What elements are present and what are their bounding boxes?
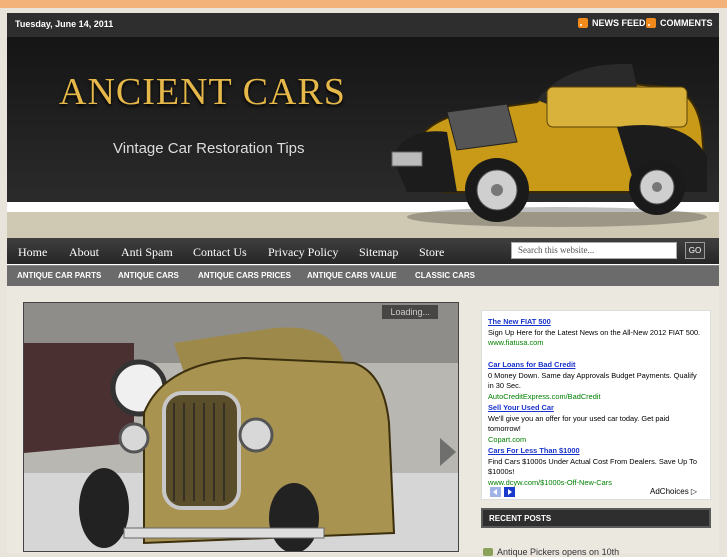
adchoices-label: AdChoices	[650, 487, 689, 496]
ad-item[interactable]: Car Loans for Bad Credit 0 Money Down. S…	[488, 360, 703, 402]
rss-icon	[646, 18, 656, 28]
slider-next-arrow-icon[interactable]	[440, 438, 456, 466]
ad-item[interactable]: Sell Your Used Car We'll give you an off…	[488, 403, 703, 445]
nav-store[interactable]: Store	[419, 245, 444, 260]
ad-text: Find Cars $1000s Under Actual Cost From …	[488, 456, 697, 477]
comments-label: COMMENTS	[660, 18, 713, 28]
ad-url[interactable]: AutoCreditExpress.com/BadCredit	[488, 392, 703, 403]
nav-home[interactable]: Home	[18, 245, 47, 260]
category-antique-cars-value[interactable]: ANTIQUE CARS VALUE	[307, 271, 397, 280]
recent-post-link[interactable]: Antique Pickers opens on 10th	[497, 547, 619, 557]
slider-loading-indicator: Loading...	[382, 305, 438, 319]
ad-url[interactable]: www.fiatusa.com	[488, 338, 703, 349]
site-header[interactable]: ANCIENT CARS Vintage Car Restoration Tip…	[7, 37, 719, 260]
vintage-car-illustration	[391, 63, 707, 227]
category-antique-car-parts[interactable]: ANTIQUE CAR PARTS	[17, 271, 101, 280]
main-navigation: Home About Anti Spam Contact Us Privacy …	[7, 238, 719, 264]
current-date: Tuesday, June 14, 2011	[15, 19, 114, 29]
category-classic-cars[interactable]: CLASSIC CARS	[415, 271, 475, 280]
nav-privacy-policy[interactable]: Privacy Policy	[268, 245, 338, 260]
nav-contact-us[interactable]: Contact Us	[193, 245, 247, 260]
top-bar: Tuesday, June 14, 2011 NEWS FEED COMMENT…	[7, 13, 719, 37]
ad-prev-icon[interactable]	[490, 487, 501, 497]
ad-box: The New FIAT 500 Sign Up Here for the La…	[481, 310, 711, 500]
ad-title[interactable]: The New FIAT 500	[488, 317, 703, 328]
nav-anti-spam[interactable]: Anti Spam	[121, 245, 173, 260]
ad-text: We'll give you an offer for your used ca…	[488, 413, 670, 434]
category-navigation: ANTIQUE CAR PARTS ANTIQUE CARS ANTIQUE C…	[7, 265, 719, 286]
adchoices-link[interactable]: AdChoices ▷	[650, 487, 697, 496]
category-antique-cars-prices[interactable]: ANTIQUE CARS PRICES	[198, 271, 291, 280]
ad-title[interactable]: Cars For Less Than $1000	[488, 446, 703, 457]
ad-text: Sign Up Here for the Latest News on the …	[488, 327, 701, 337]
ad-item[interactable]: The New FIAT 500 Sign Up Here for the La…	[488, 317, 703, 349]
category-antique-cars[interactable]: ANTIQUE CARS	[118, 271, 179, 280]
recent-post-item[interactable]: Antique Pickers opens on 10th	[483, 547, 619, 557]
featured-car-photo	[24, 303, 458, 551]
ad-next-icon[interactable]	[504, 487, 515, 497]
rss-icon	[578, 18, 588, 28]
ad-title[interactable]: Sell Your Used Car	[488, 403, 703, 414]
adchoices-icon: ▷	[690, 487, 698, 496]
ad-title[interactable]: Car Loans for Bad Credit	[488, 360, 703, 371]
search-go-button[interactable]: GO	[685, 242, 705, 259]
recent-posts-header: RECENT POSTS	[481, 508, 711, 528]
post-icon	[483, 548, 493, 556]
comments-feed-link[interactable]: COMMENTS	[646, 18, 713, 28]
site-title[interactable]: ANCIENT CARS	[59, 70, 346, 114]
featured-slider[interactable]: Loading...	[23, 302, 459, 552]
news-feed-link[interactable]: NEWS FEED	[578, 18, 646, 28]
page-wrapper: Tuesday, June 14, 2011 NEWS FEED COMMENT…	[7, 13, 719, 557]
nav-sitemap[interactable]: Sitemap	[359, 245, 398, 260]
ad-url[interactable]: Copart.com	[488, 435, 703, 446]
news-feed-label: NEWS FEED	[592, 18, 646, 28]
ad-item[interactable]: Cars For Less Than $1000 Find Cars $1000…	[488, 446, 703, 488]
top-strip	[0, 0, 727, 8]
search-input[interactable]: Search this website...	[511, 242, 677, 259]
site-tagline: Vintage Car Restoration Tips	[113, 140, 305, 157]
nav-about[interactable]: About	[69, 245, 99, 260]
ad-text: 0 Money Down. Same day Approvals Budget …	[488, 370, 697, 391]
